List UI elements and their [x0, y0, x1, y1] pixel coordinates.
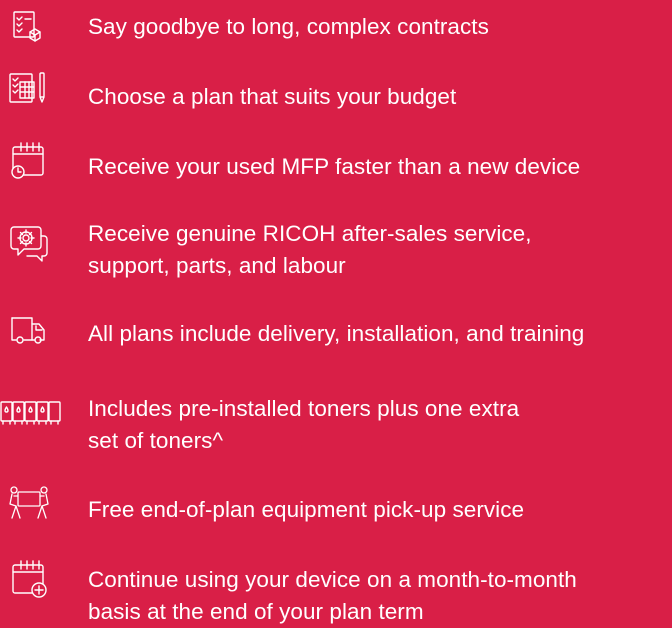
feature-text-line: basis at the end of your plan term — [88, 599, 424, 624]
feature-text: Continue using your device on a month-to… — [88, 564, 668, 628]
people-carrying-box-icon — [0, 482, 70, 530]
feature-text-line: Choose a plan that suits your budget — [88, 84, 457, 109]
checklist-box-icon — [0, 2, 70, 50]
gear-speech-bubble-icon — [0, 218, 70, 266]
feature-text: Choose a plan that suits your budget — [88, 81, 668, 113]
feature-text: All plans include delivery, installation… — [88, 318, 668, 350]
feature-text: Includes pre-installed toners plus one e… — [88, 393, 668, 457]
feature-text: Receive genuine RICOH after-sales servic… — [88, 218, 668, 282]
delivery-truck-icon — [0, 306, 70, 354]
feature-text: Receive your used MFP faster than a new … — [88, 151, 668, 183]
feature-text-line: Free end-of-plan equipment pick-up servi… — [88, 497, 525, 522]
feature-text-line: Say goodbye to long, complex contracts — [88, 14, 489, 39]
feature-text-line: Receive your used MFP faster than a new … — [88, 154, 581, 179]
feature-text-line: Receive genuine RICOH after-sales servic… — [88, 221, 532, 246]
calendar-plus-icon — [0, 558, 70, 606]
feature-text-line: set of toners^ — [88, 428, 224, 453]
toner-cartridges-icon — [0, 380, 70, 428]
feature-text-line: Continue using your device on a month-to… — [88, 567, 577, 592]
feature-text-line: support, parts, and labour — [88, 253, 346, 278]
feature-text-line: All plans include delivery, installation… — [88, 321, 585, 346]
calendar-clock-icon — [0, 140, 70, 188]
feature-text: Say goodbye to long, complex contracts — [88, 11, 668, 43]
calculator-budget-icon — [0, 70, 70, 118]
feature-text: Free end-of-plan equipment pick-up servi… — [88, 494, 668, 526]
feature-text-line: Includes pre-installed toners plus one e… — [88, 396, 520, 421]
feature-list: Say goodbye to long, complex contracts C… — [0, 0, 672, 626]
